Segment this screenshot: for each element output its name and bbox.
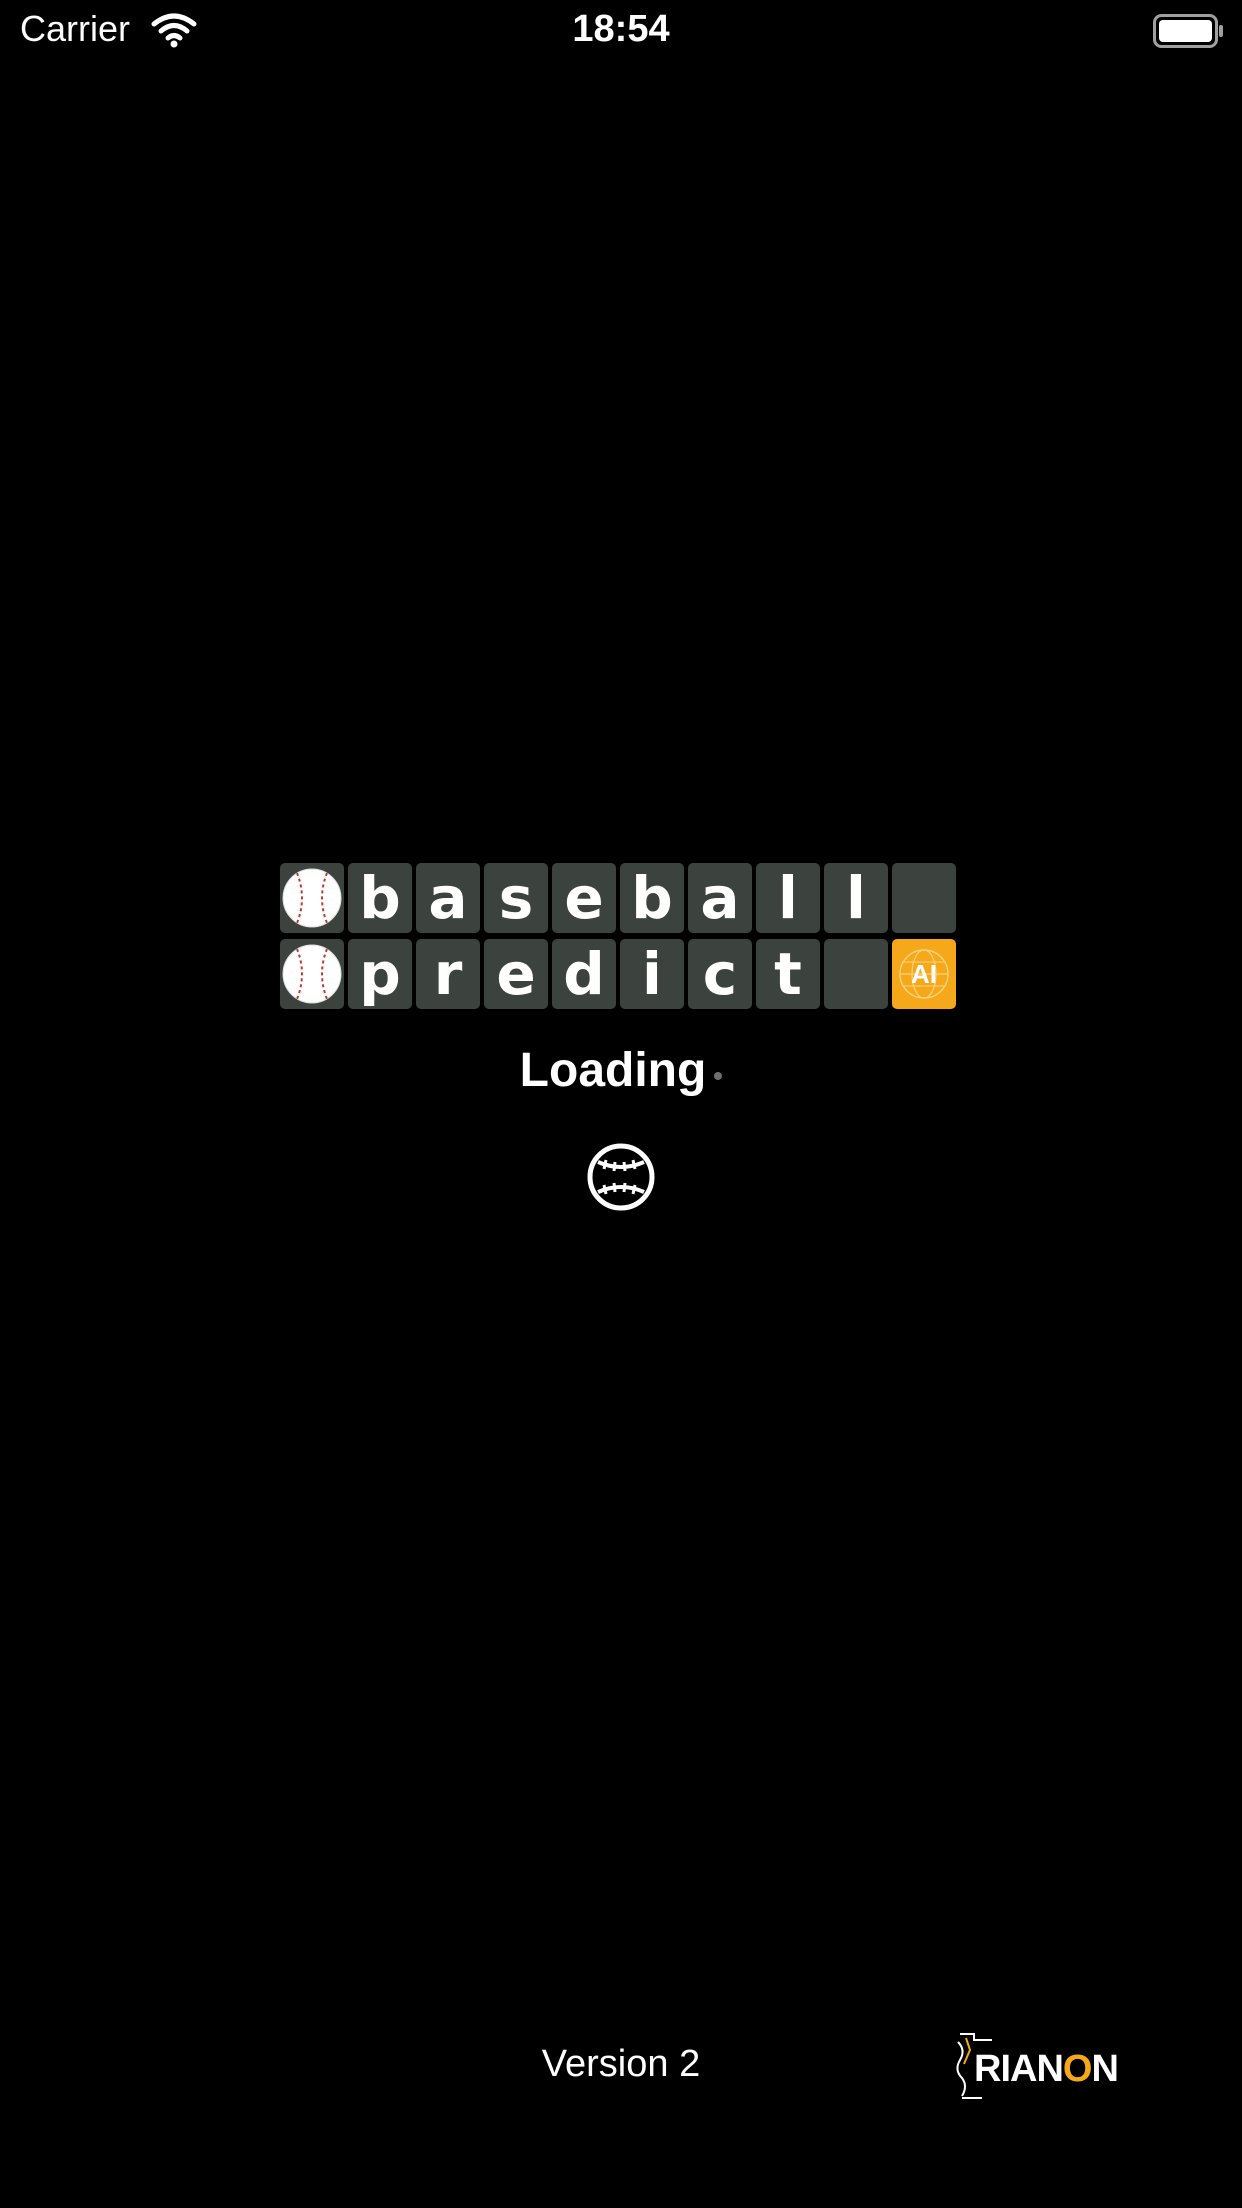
clock: 18:54 xyxy=(572,8,670,50)
logo-letter: e xyxy=(552,863,616,933)
logo-letter: s xyxy=(484,863,548,933)
logo-letter: l xyxy=(756,863,820,933)
logo-letter: b xyxy=(620,863,684,933)
logo-row-predict: p r e d i c t AI xyxy=(280,939,960,1009)
logo-letter: p xyxy=(348,939,412,1009)
baseball-icon xyxy=(280,863,344,933)
app-logo: b a s e b a l l p r e d i c t AI xyxy=(280,863,960,1011)
logo-letter: b xyxy=(348,863,412,933)
logo-row-baseball: b a s e b a l l xyxy=(280,863,960,933)
logo-letter: c xyxy=(688,939,752,1009)
logo-letter: a xyxy=(688,863,752,933)
logo-letter: a xyxy=(416,863,480,933)
ai-badge-label: AI xyxy=(911,959,937,989)
ai-globe-icon: AI xyxy=(899,949,949,999)
logo-letter: d xyxy=(552,939,616,1009)
status-bar: Carrier 18:54 xyxy=(0,0,1242,64)
logo-letter: t xyxy=(756,939,820,1009)
logo-letter: e xyxy=(484,939,548,1009)
brand-logo: RIANON xyxy=(952,2030,1142,2104)
logo-blank-tile xyxy=(892,863,956,933)
loading-indicator: Loading xyxy=(0,1043,1242,1098)
baseball-icon xyxy=(280,939,344,1009)
loading-dot xyxy=(714,1072,723,1080)
ai-badge: AI xyxy=(892,939,956,1009)
brand-name: RIANON xyxy=(974,2048,1119,2090)
logo-blank-tile xyxy=(824,939,888,1009)
logo-letter: r xyxy=(416,939,480,1009)
battery-icon xyxy=(1153,14,1223,48)
logo-letter: i xyxy=(620,939,684,1009)
baseball-spinner-icon xyxy=(587,1143,655,1211)
logo-letter: l xyxy=(824,863,888,933)
loading-label: Loading xyxy=(519,1044,707,1097)
